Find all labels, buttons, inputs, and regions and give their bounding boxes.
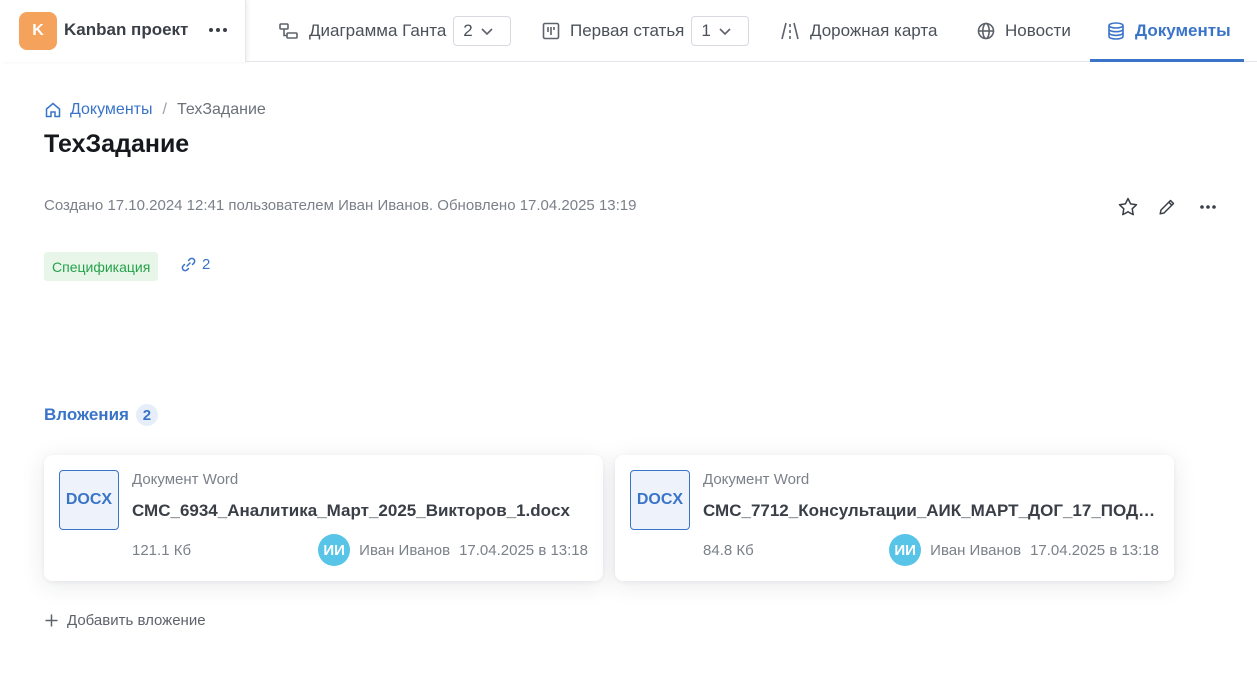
more-icon: [1200, 205, 1216, 209]
attachments-title: Вложения: [44, 405, 129, 424]
tab-label: Дорожная карта: [810, 21, 938, 40]
plus-icon: [45, 614, 58, 627]
project-name: Kanban проект: [64, 20, 189, 39]
tab-count-value: 2: [463, 21, 473, 40]
upload-date: 17.04.2025 в 13:18: [459, 541, 588, 559]
file-size: 121.1 Кб: [132, 542, 192, 559]
docx-file-icon: DOCX: [59, 470, 119, 530]
docx-file-icon: DOCX: [630, 470, 690, 530]
more-button[interactable]: [1197, 196, 1219, 218]
avatar: ИИ: [318, 534, 351, 566]
top-navigation: K Kanban проект Диаграмма Ганта 2 Первая…: [0, 0, 1257, 62]
file-name[interactable]: СМС_7712_Консультации_АИК_МАРТ_ДОГ_17_ПО…: [703, 501, 1159, 521]
tab-roadmap[interactable]: Дорожная карта: [779, 0, 937, 62]
edit-button[interactable]: [1156, 196, 1178, 218]
database-icon: [1108, 22, 1124, 40]
file-size: 84.8 Кб: [703, 542, 754, 559]
attachments-header: Вложения 2: [44, 404, 158, 426]
tab-label: Документы: [1135, 21, 1231, 40]
tab-count-select[interactable]: 1: [691, 16, 749, 46]
board-icon: [542, 22, 560, 40]
link-icon: [181, 257, 196, 272]
upload-date: 17.04.2025 в 13:18: [1030, 541, 1159, 559]
avatar: ИИ: [889, 534, 922, 566]
tab-label: Первая статья: [570, 21, 685, 40]
attachment-card[interactable]: DOCX Документ Word СМС_6934_Аналитика_Ма…: [44, 455, 603, 581]
project-switcher[interactable]: K Kanban проект: [0, 0, 246, 62]
gantt-icon: [279, 23, 298, 39]
file-owner: ИИ Иван Иванов 17.04.2025 в 13:18: [889, 534, 1159, 566]
tab-first-article[interactable]: Первая статья 1: [541, 0, 749, 62]
file-type: Документ Word: [132, 471, 239, 488]
breadcrumb-separator: /: [162, 101, 167, 118]
owner-name: Иван Иванов: [359, 541, 451, 559]
home-icon[interactable]: [44, 101, 62, 119]
attachments-count: 2: [135, 404, 158, 426]
star-icon: [1118, 197, 1138, 216]
active-tab-indicator: [1090, 59, 1244, 62]
file-owner: ИИ Иван Иванов 17.04.2025 в 13:18: [318, 534, 588, 566]
document-meta: Создано 17.10.2024 12:41 пользователем И…: [44, 197, 637, 214]
file-name[interactable]: СМС_6934_Аналитика_Март_2025_Викторов_1.…: [132, 501, 588, 521]
breadcrumb-documents-link[interactable]: Документы: [70, 101, 152, 119]
chevron-down-icon: [719, 28, 731, 36]
chevron-down-icon: [481, 28, 493, 36]
project-avatar: K: [19, 12, 57, 50]
file-type: Документ Word: [703, 471, 810, 488]
tab-news[interactable]: Новости: [976, 0, 1071, 62]
tab-label: Диаграмма Ганта: [309, 21, 447, 40]
page-title: ТехЗадание: [44, 130, 190, 158]
tab-count-value: 1: [701, 21, 711, 40]
tab-label: Новости: [1005, 21, 1071, 40]
document-links[interactable]: 2: [180, 256, 210, 273]
breadcrumb: Документы / ТехЗадание: [44, 99, 266, 121]
attachment-card[interactable]: DOCX Документ Word СМС_7712_Консультации…: [615, 455, 1174, 581]
road-icon: [781, 22, 799, 40]
add-attachment-button[interactable]: Добавить вложение: [44, 612, 206, 629]
favorite-button[interactable]: [1117, 196, 1139, 218]
project-more-button[interactable]: [206, 20, 230, 40]
breadcrumb-current: ТехЗадание: [176, 101, 266, 118]
document-tag[interactable]: Спецификация: [44, 252, 159, 281]
pencil-icon: [1159, 199, 1175, 215]
owner-name: Иван Иванов: [930, 541, 1022, 559]
links-count: 2: [202, 256, 211, 273]
tab-count-select[interactable]: 2: [453, 16, 511, 46]
tab-gantt[interactable]: Диаграмма Ганта 2: [278, 0, 511, 62]
add-attachment-label: Добавить вложение: [67, 612, 206, 629]
tab-documents[interactable]: Документы: [1106, 0, 1231, 62]
globe-icon: [977, 22, 995, 40]
